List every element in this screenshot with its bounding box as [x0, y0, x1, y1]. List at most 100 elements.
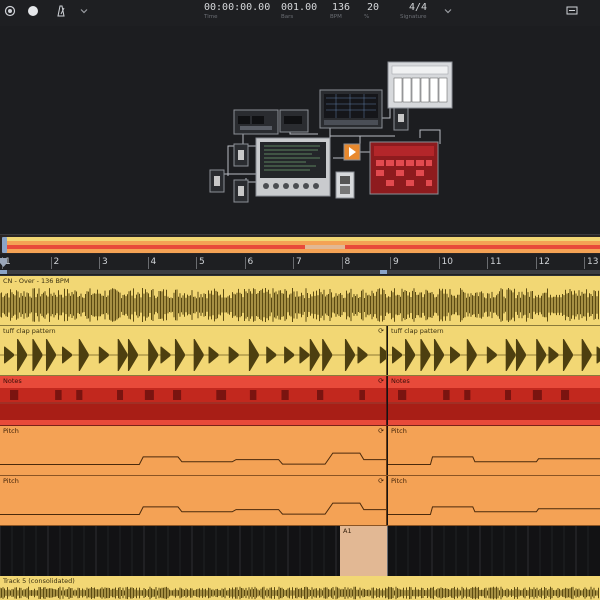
swing-value: 20	[366, 2, 380, 13]
waveform	[0, 339, 386, 371]
loop-icon: ⟳	[378, 477, 384, 485]
overview-band-orange-2	[4, 249, 600, 253]
overview-band-segment	[305, 245, 345, 249]
clip-title: Track 5 (consolidated)	[3, 577, 75, 585]
clip-title: Pitch	[391, 477, 407, 485]
bpm-readout[interactable]: 136 BPM	[330, 2, 352, 21]
bars-label: Bars	[281, 14, 294, 20]
ruler-bar-label: 9	[393, 257, 399, 267]
loop-region-bar[interactable]	[0, 270, 600, 274]
clip-title: Pitch	[3, 427, 19, 435]
ruler-tick	[50, 257, 52, 269]
loop-end-marker[interactable]	[380, 270, 387, 274]
lane-separator	[0, 325, 600, 326]
lane-grid	[0, 526, 589, 576]
waveform	[388, 339, 600, 371]
waveform	[0, 288, 599, 322]
ruler-tick	[341, 257, 343, 269]
ruler-bar-label: 11	[490, 257, 502, 267]
automation-curve	[0, 502, 386, 515]
loop-icon: ⟳	[378, 327, 384, 335]
overview-scroll-handle[interactable]	[2, 237, 7, 253]
metronome-icon[interactable]	[53, 3, 69, 19]
ruler-tick	[584, 257, 585, 269]
ruler-bar-label: 13	[587, 257, 599, 267]
daw-window: 00:00:00.00 Time 001.00 Bars 136 BPM 20 …	[0, 0, 600, 600]
signature-value: 4/4	[408, 2, 428, 13]
signature-chevron-icon[interactable]	[440, 3, 456, 19]
time-value: 00:00:00.00	[204, 2, 271, 13]
automation-curve	[388, 506, 600, 515]
audio-clip-cn-over[interactable]: CN - Over - 136 BPM	[0, 276, 600, 326]
ruler-bar-label: 2	[53, 257, 60, 267]
note-pattern	[388, 388, 600, 420]
clip-title: A1	[343, 527, 352, 535]
clip-a1[interactable]: A1	[340, 526, 387, 576]
ruler-bar-label: 12	[538, 257, 550, 267]
automation-clip-pitch-2[interactable]: Pitch ⟳	[0, 476, 387, 526]
ruler-bar-label: 5	[199, 257, 205, 267]
clip-title: tuff clap pattern	[3, 327, 56, 335]
bars-value: 001.00	[281, 2, 318, 13]
lane-separator	[0, 425, 600, 426]
loop-start-marker[interactable]	[0, 270, 7, 274]
device-graph-canvas	[209, 61, 453, 203]
ruler-bar-label: 10	[441, 257, 453, 267]
ruler-bar-label: 8	[344, 257, 351, 267]
time-label: Time	[204, 14, 218, 20]
screen-icon[interactable]	[564, 3, 580, 19]
automation-curve	[388, 456, 600, 465]
loop-icon: ⟳	[378, 377, 384, 385]
ruler-bar-label: 7	[296, 257, 302, 267]
audio-clip-clap-pattern-repeat[interactable]: tuff clap pattern	[388, 326, 600, 376]
record-button-icon[interactable]	[25, 3, 41, 19]
ruler-bar-label: 4	[150, 257, 157, 267]
arrangement-overview[interactable]	[0, 234, 600, 254]
automation-clip-pitch[interactable]: Pitch ⟳	[0, 426, 387, 476]
ruler-tick	[196, 257, 197, 269]
timeline-ruler[interactable]: 1 2 3 4 5 6 7 8 9 10 11 12 13	[0, 254, 600, 276]
lane-separator	[0, 375, 600, 376]
transport-bar: 00:00:00.00 Time 001.00 Bars 136 BPM 20 …	[0, 0, 600, 26]
clip-title: Notes	[3, 377, 22, 385]
device-graph[interactable]	[0, 26, 600, 234]
audio-clip-clap-pattern[interactable]: tuff clap pattern ⟳	[0, 326, 387, 376]
record-icon[interactable]	[2, 3, 18, 19]
clip-title: CN - Over - 136 BPM	[3, 277, 70, 285]
swing-readout[interactable]: 20 %	[364, 2, 382, 21]
empty-lane[interactable]	[0, 526, 600, 576]
swing-label: %	[364, 14, 370, 20]
time-readout[interactable]: 00:00:00.00 Time	[204, 2, 271, 21]
signature-readout[interactable]: 4/4 Signature	[400, 2, 436, 21]
ruler-bar-label: 6	[247, 257, 254, 267]
audio-clip-track-5-consolidated[interactable]: Track 5 (consolidated)	[0, 576, 600, 600]
clip-title: Notes	[391, 377, 410, 385]
loop-icon: ⟳	[378, 427, 384, 435]
ruler-tick	[438, 257, 440, 269]
clip-lanes: CN - Over - 136 BPM tuff clap pattern ⟳ …	[0, 276, 600, 600]
note-clip-notes-repeat[interactable]: Notes	[388, 376, 600, 426]
signature-label: Signature	[400, 14, 427, 20]
note-clip-notes[interactable]: Notes ⟳	[0, 376, 387, 426]
ruler-tick	[293, 257, 294, 269]
ruler-bar-label: 3	[102, 257, 108, 267]
automation-clip-pitch-2-repeat[interactable]: Pitch	[388, 476, 600, 526]
chevron-down-icon[interactable]	[76, 3, 92, 19]
lane-separator	[0, 525, 600, 526]
clip-title: tuff clap pattern	[391, 327, 444, 335]
clip-title: Pitch	[3, 477, 19, 485]
bpm-value: 136	[331, 2, 351, 13]
ruler-tick	[147, 257, 149, 269]
ruler-tick	[390, 257, 391, 269]
ruler-tick	[99, 257, 100, 269]
waveform	[0, 586, 599, 600]
ruler-tick	[244, 257, 246, 269]
loop-boundary-line	[387, 526, 388, 576]
automation-curve	[0, 452, 386, 465]
bars-readout[interactable]: 001.00 Bars	[281, 2, 317, 21]
ruler-tick	[535, 257, 537, 269]
ruler-tick	[487, 257, 488, 269]
lane-separator	[0, 475, 600, 476]
bpm-label: BPM	[330, 14, 342, 20]
automation-clip-pitch-repeat[interactable]: Pitch	[388, 426, 600, 476]
